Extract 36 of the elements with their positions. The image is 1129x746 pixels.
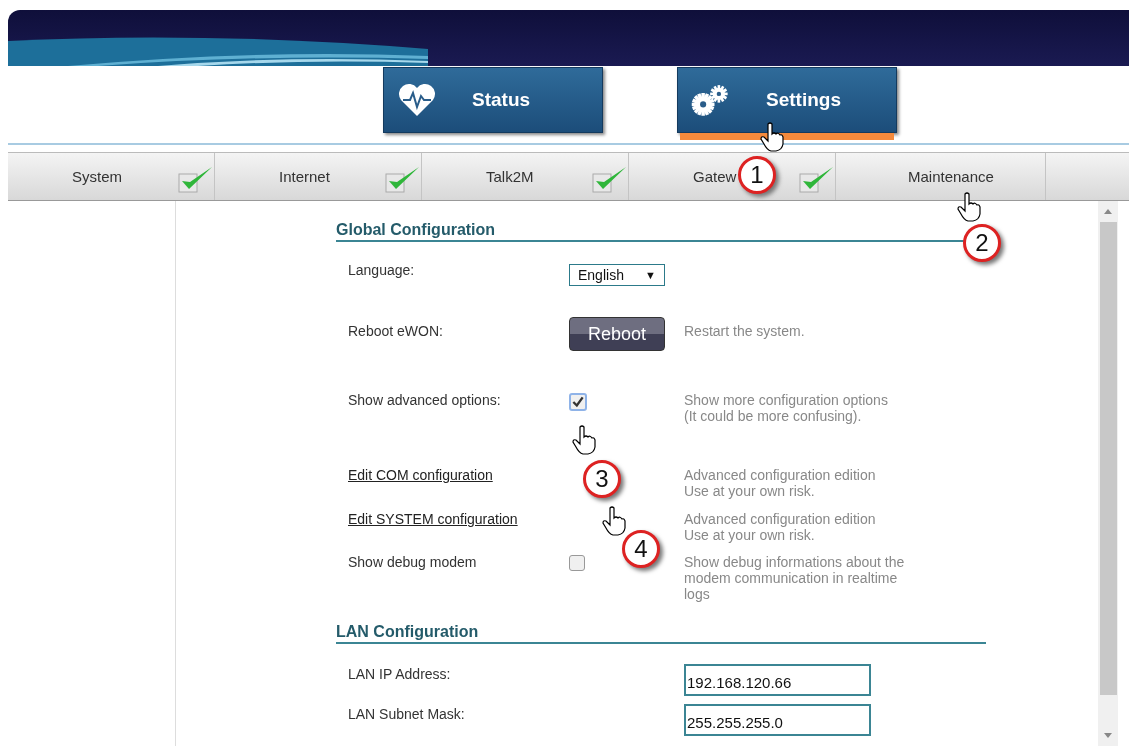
scroll-up-icon[interactable] — [1104, 209, 1112, 214]
description-text: Show more configuration options (It could be more confusing). — [684, 392, 889, 424]
field-label: Show advanced options: — [348, 392, 502, 408]
sub-tab[interactable]: Internet — [215, 153, 422, 200]
hand-cursor-icon — [572, 425, 596, 455]
sub-tab[interactable]: System — [8, 153, 215, 200]
sub-tab-label: Internet — [279, 168, 330, 185]
description-text: Restart the system. — [684, 323, 806, 339]
scroll-down-icon[interactable] — [1104, 733, 1112, 738]
input-field[interactable]: 192.168.120.66 — [684, 664, 871, 696]
sub-tab-label: System — [72, 168, 122, 185]
checkbox[interactable] — [569, 393, 587, 411]
field-label: Language: — [348, 262, 416, 278]
hand-cursor-icon — [760, 122, 784, 152]
language-dropdown[interactable]: English ▼ — [569, 264, 665, 286]
configuration-link[interactable]: Edit SYSTEM configuration — [348, 511, 569, 527]
sub-tab-label: Gatew — [693, 168, 737, 185]
heart-icon — [396, 82, 438, 118]
input-field[interactable]: 255.255.255.0 — [684, 704, 871, 736]
field-label: LAN Subnet Mask: — [348, 706, 466, 722]
hand-cursor-icon — [602, 506, 626, 536]
scrollbar[interactable] — [1098, 201, 1118, 746]
field-label: Show debug modem — [348, 554, 478, 570]
section-heading: LAN Configuration — [336, 623, 986, 644]
sub-tab[interactable]: Talk2M — [422, 153, 629, 200]
field-label: Reboot eWON: — [348, 323, 444, 339]
sub-tab-label: Maintenance — [908, 168, 994, 185]
sub-tab-label: Talk2M — [486, 168, 534, 185]
description-text: Advanced configuration edition Use at your own risk. — [684, 511, 877, 543]
field-label: LAN IP Address: — [348, 666, 452, 682]
description-text: Advanced configuration edition Use at your own risk. — [684, 467, 877, 499]
description-text: Show debug informations about the modem communication in realtime logs — [684, 554, 906, 602]
configuration-link[interactable]: Edit COM configuration — [348, 467, 569, 483]
checkbox[interactable] — [569, 555, 585, 571]
reboot-button[interactable]: Reboot — [569, 317, 665, 351]
main-tab[interactable]: Status — [383, 67, 603, 133]
